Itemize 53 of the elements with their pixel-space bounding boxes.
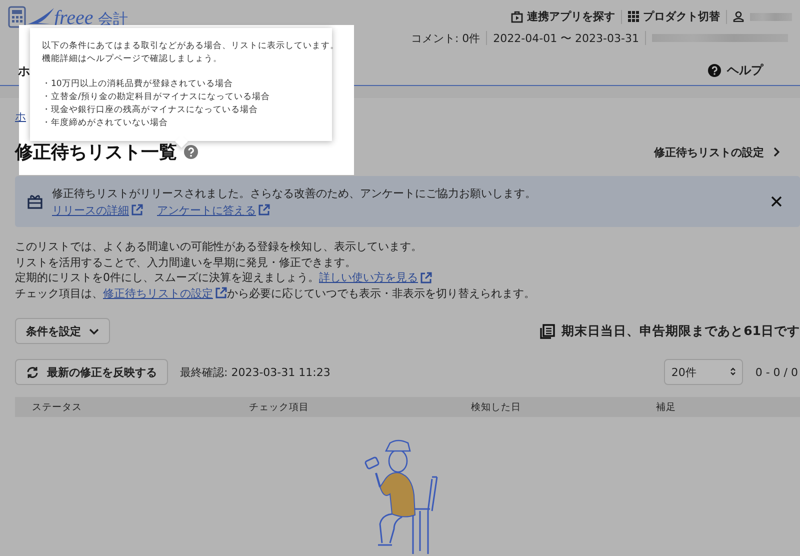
- settings-link[interactable]: 修正待ちリストの設定: [654, 144, 780, 160]
- external-link-icon: [131, 204, 143, 216]
- header-link[interactable]: 連携アプリを探す: [511, 9, 615, 24]
- external-link[interactable]: アンケートに答える: [157, 202, 270, 218]
- grid-icon: [628, 11, 639, 22]
- description-text: このリストでは、よくある間違いの可能性がある登録を検知し、表示しています。: [15, 239, 423, 254]
- external-link-icon: [215, 287, 227, 300]
- page-title: 修正待ちリスト一覧: [15, 141, 177, 164]
- column-header: 検知した日: [471, 400, 522, 414]
- refresh-icon: [26, 366, 39, 378]
- user-icon[interactable]: [733, 11, 744, 22]
- nav-item[interactable]: ホ: [8, 64, 30, 78]
- column-header: ステータス: [32, 400, 83, 414]
- fiscal-period[interactable]: 2022-04-01 〜 2023-03-31: [493, 30, 639, 46]
- help-icon: [708, 64, 721, 76]
- inline-link[interactable]: 修正待ちリストの設定: [103, 286, 227, 301]
- redacted-bar: [750, 12, 792, 20]
- column-header: チェック項目: [249, 400, 310, 414]
- gift-icon: [27, 194, 43, 209]
- calculator-icon: [8, 6, 26, 28]
- refresh-button[interactable]: 最新の修正を反映する: [15, 359, 168, 385]
- close-icon[interactable]: [771, 196, 782, 207]
- comment-count[interactable]: コメント: 0件: [410, 30, 480, 46]
- help-link[interactable]: ヘルプ: [708, 62, 763, 78]
- description-text: チェック項目は、修正待ちリストの設定 から必要に応じていつでも表示・非表示を切り替えられます。: [15, 286, 536, 301]
- filter-button[interactable]: 条件を設定: [15, 318, 110, 344]
- description-text: リストを活用することで、入力間違いを早期に発見・修正できます。: [15, 254, 357, 270]
- external-link[interactable]: リリースの詳細: [52, 202, 143, 218]
- chevron-icon: [773, 147, 780, 157]
- tooltip-bullet: ・立替金/預り金の勘定科目がマイナスになっている場合: [42, 91, 271, 104]
- document-icon: [540, 324, 555, 338]
- breadcrumb-link[interactable]: ホ: [15, 109, 26, 124]
- help-icon[interactable]: [184, 145, 198, 159]
- tooltip-text: 以下の条件にあてはまる取引などがある場合、リストに表示しています。: [42, 40, 332, 53]
- pagination-range: 0 - 0 / 0: [755, 366, 799, 378]
- tooltip-bullet: ・年度締めがされていない場合: [42, 117, 169, 130]
- last-checked: 最終確認: 2023-03-31 11:23: [180, 364, 330, 380]
- notice-message: 修正待ちリストがリリースされました。さらなる改善のため、アンケートにご協力お願いします。: [52, 186, 537, 200]
- logo-text: freee: [54, 8, 94, 28]
- tooltip-bullet: ・10万円以上の消耗品費が登録されている場合: [42, 78, 234, 91]
- updown-icon: [730, 366, 736, 376]
- chevron-down-icon: [89, 328, 99, 334]
- description-text: 定期的にリストを0件にし、スムーズに決算を迎えましょう。詳しい使い方を見る: [15, 270, 800, 286]
- page-size-select[interactable]: 20件: [664, 359, 744, 385]
- tooltip-bullet: ・現金や銀行口座の残高がマイナスになっている場合: [42, 104, 259, 117]
- column-header: 補足: [656, 400, 677, 414]
- inline-link[interactable]: 詳しい使い方を見る: [319, 270, 432, 286]
- tooltip-text: 機能詳細はヘルプページで確認しましょう。: [42, 53, 223, 66]
- external-link-icon: [258, 204, 270, 216]
- deadline-text: 期末日当日、申告期限まであと61日です: [562, 322, 800, 340]
- briefcase-icon: [511, 10, 523, 22]
- external-link-icon: [420, 272, 432, 284]
- header-link[interactable]: プロダクト切替: [628, 9, 720, 24]
